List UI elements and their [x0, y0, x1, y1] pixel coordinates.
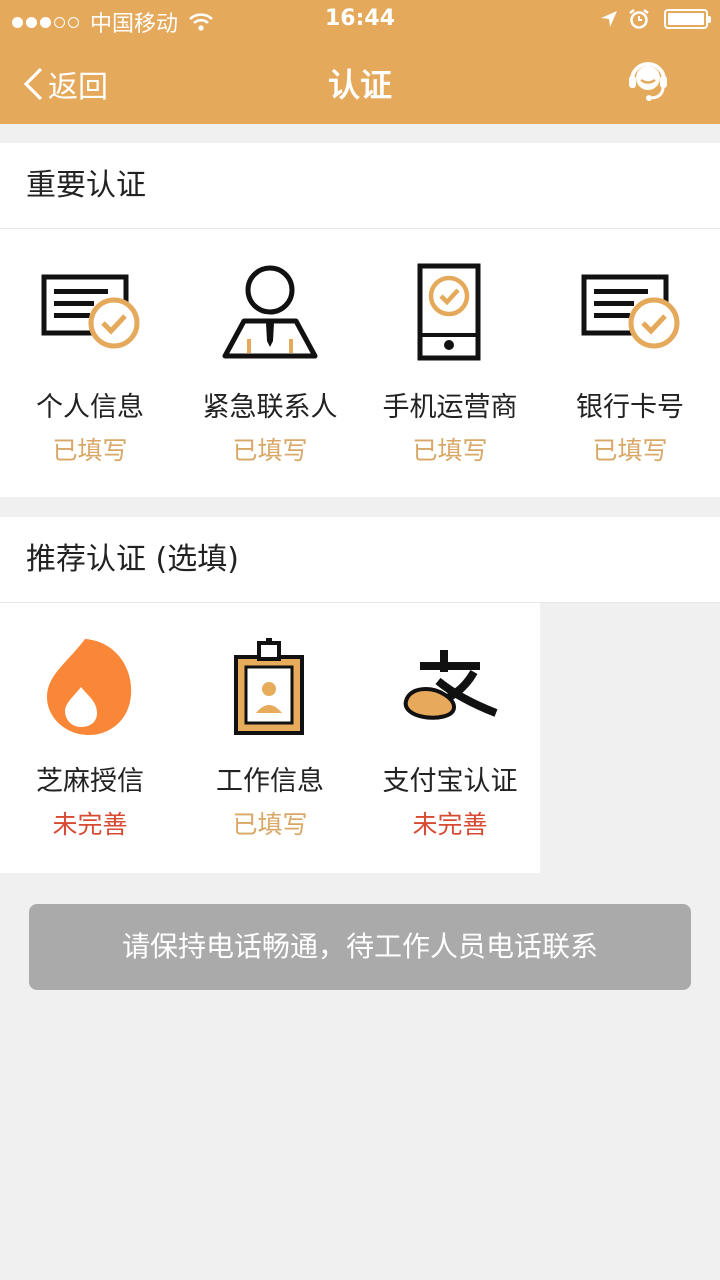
- tile-sesame-credit[interactable]: 芝麻授信 未完善: [0, 603, 180, 873]
- tile-alipay[interactable]: 支付宝认证 未完善: [360, 603, 540, 873]
- work-badge-icon: [234, 638, 304, 735]
- status-badge: 未完善: [412, 810, 488, 839]
- tile-label: 芝麻授信: [36, 766, 144, 797]
- nav-bar: 返回 认证: [0, 40, 720, 124]
- status-badge: 已填写: [412, 436, 488, 465]
- tile-bank-card[interactable]: 银行卡号 已填写: [540, 229, 720, 499]
- tile-label: 个人信息: [36, 392, 144, 423]
- sesame-credit-icon: [47, 639, 132, 735]
- recommended-section-header: 推荐认证 (选填): [0, 517, 720, 603]
- tile-emergency-contact[interactable]: 紧急联系人 已填写: [180, 229, 360, 499]
- id-card-check-icon: [41, 274, 140, 349]
- section-heading: 推荐认证 (选填): [0, 517, 720, 603]
- page-title: 认证: [327, 66, 392, 104]
- tile-label: 紧急联系人: [202, 392, 338, 423]
- important-section: 重要认证 个人信息 已填写 紧急联系人 已填写 手机运营商 已填写 银行卡号 已…: [0, 143, 720, 497]
- header: 中国移动 16:44 返回 认证: [0, 0, 720, 124]
- contact-person-icon: [222, 265, 318, 359]
- status-badge: 已填写: [232, 810, 308, 839]
- customer-service-button[interactable]: [624, 56, 672, 108]
- status-badge: 已填写: [592, 436, 668, 465]
- battery-icon: [664, 9, 711, 29]
- phone-notice-banner: 请保持电话畅通，待工作人员电话联系: [29, 904, 691, 990]
- tile-label: 手机运营商: [382, 392, 518, 423]
- location-icon: [601, 11, 617, 27]
- tile-label: 支付宝认证: [382, 766, 518, 797]
- recommended-section: 芝麻授信 未完善 工作信息 已填写 支付宝认证 未完善: [0, 603, 540, 873]
- tile-mobile-operator[interactable]: 手机运营商 已填写: [360, 229, 540, 499]
- tile-label: 工作信息: [216, 766, 324, 797]
- alarm-icon: [629, 9, 649, 29]
- status-bar: 中国移动 16:44: [0, 0, 720, 40]
- tile-personal-info[interactable]: 个人信息 已填写: [0, 229, 180, 499]
- alipay-icon: [403, 650, 498, 720]
- customer-service-icon: [629, 62, 667, 101]
- phone-check-icon: [417, 263, 481, 361]
- tile-label: 银行卡号: [576, 392, 684, 423]
- status-badge: 已填写: [232, 436, 308, 465]
- tile-work-info[interactable]: 工作信息 已填写: [180, 603, 360, 873]
- section-heading: 重要认证: [0, 143, 720, 229]
- bank-card-check-icon: [581, 274, 680, 349]
- status-badge: 已填写: [52, 436, 128, 465]
- status-badge: 未完善: [52, 810, 128, 839]
